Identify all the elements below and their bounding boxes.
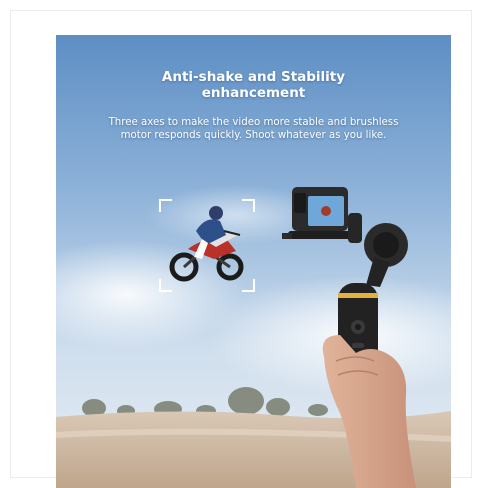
subtext-line: motor responds quickly. Shoot whatever a… <box>120 130 387 141</box>
product-banner: Anti-shake and Stability enhancement Thr… <box>56 35 451 488</box>
banner-headline: Anti-shake and Stability enhancement <box>56 69 451 101</box>
headline-line: enhancement <box>201 85 306 101</box>
subtext-line: Three axes to make the video more stable… <box>108 117 399 128</box>
banner-subtext: Three axes to make the video more stable… <box>56 116 451 142</box>
banner-scene <box>56 35 451 488</box>
headline-line: Anti-shake and Stability <box>161 69 346 85</box>
